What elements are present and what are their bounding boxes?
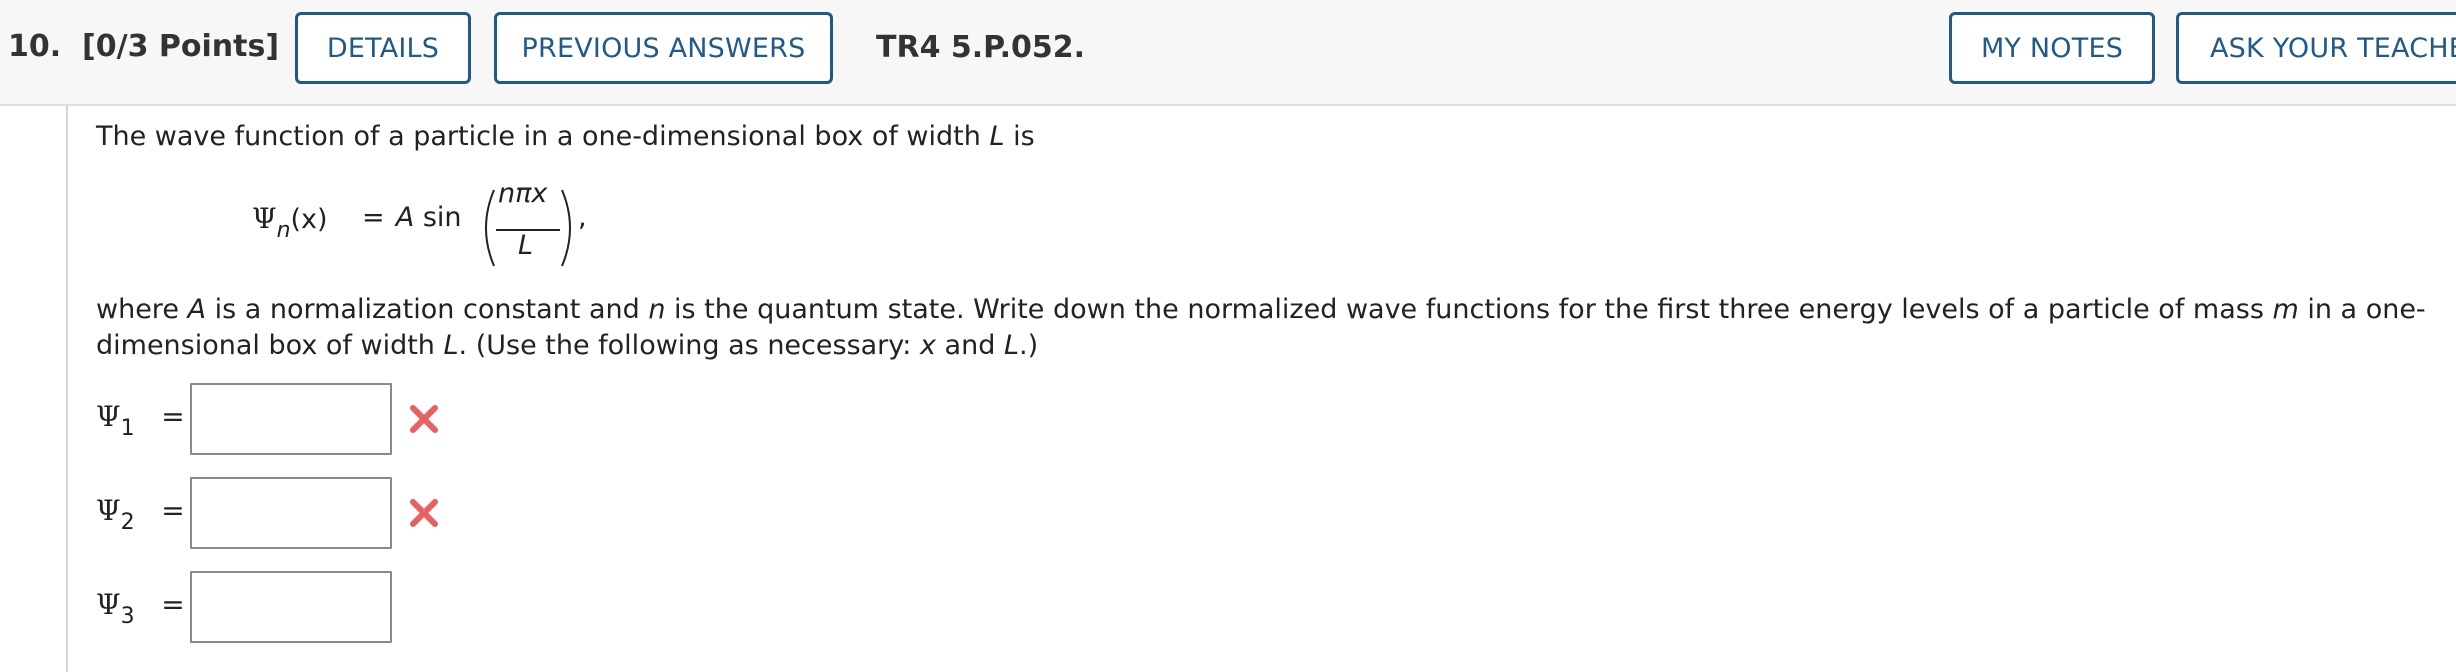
- psi-argument: (x): [290, 204, 328, 235]
- body-text: . (Use the following as necessary:: [458, 330, 920, 361]
- points-label: [0/3 Points]: [82, 29, 280, 64]
- question-number-label: 10.: [8, 29, 62, 64]
- problem-body-line-2: dimensional box of width L. (Use the fol…: [96, 328, 1038, 364]
- intro-text: The wave function of a particle in a one…: [96, 121, 990, 152]
- incorrect-x-icon: [408, 497, 440, 529]
- fraction-denominator: L: [518, 230, 534, 261]
- problem-code: TR4 5.P.052.: [876, 30, 1086, 65]
- psi-symbol: Ψ: [96, 494, 121, 527]
- body-text: and: [935, 330, 1004, 361]
- body-text: where: [96, 294, 188, 325]
- psi-symbol: Ψ: [252, 202, 277, 235]
- body-text: in a one-: [2298, 294, 2426, 325]
- my-notes-button[interactable]: MY NOTES: [1949, 12, 2155, 84]
- psi-subscript: 1: [120, 416, 135, 441]
- details-button[interactable]: DETAILS: [295, 12, 471, 84]
- amplitude-variable: A: [395, 202, 415, 233]
- body-text: is the quantum state. Write down the nor…: [665, 294, 2273, 325]
- answer-label-psi-3: Ψ3 =: [96, 588, 185, 629]
- answer-label-psi-1: Ψ1 =: [96, 400, 185, 441]
- question-number: 10. [0/3 Points]: [8, 29, 279, 64]
- equals-sign: =: [161, 494, 185, 527]
- psi-symbol: Ψ: [96, 588, 121, 621]
- ask-your-teacher-button[interactable]: ASK YOUR TEACHER: [2176, 12, 2456, 84]
- problem-intro: The wave function of a particle in a one…: [96, 119, 1035, 155]
- problem-body-line-1: where A is a normalization constant and …: [96, 292, 2426, 328]
- answer-input-psi-3[interactable]: [190, 571, 392, 643]
- body-variable: L: [1003, 330, 1019, 361]
- content-left-rule: [66, 106, 68, 672]
- body-variable: x: [919, 330, 936, 361]
- right-parenthesis: [561, 189, 571, 267]
- psi-subscript: 2: [120, 510, 135, 535]
- body-text: .): [1018, 330, 1039, 361]
- psi-subscript: 3: [120, 604, 135, 629]
- equation-lhs: Ψn(x): [252, 202, 328, 243]
- body-variable: L: [443, 330, 459, 361]
- answer-input-psi-1[interactable]: [190, 383, 392, 455]
- equation-rhs: A sin: [370, 202, 462, 233]
- fraction-numerator: nπx: [498, 178, 548, 209]
- previous-answers-button[interactable]: PREVIOUS ANSWERS: [494, 12, 833, 84]
- psi-subscript: n: [276, 218, 291, 243]
- equation-trailing-comma: ,: [578, 202, 587, 233]
- answer-input-psi-2[interactable]: [190, 477, 392, 549]
- left-parenthesis: [485, 189, 495, 267]
- psi-symbol: Ψ: [96, 400, 121, 433]
- body-text: is a normalization constant and: [206, 294, 649, 325]
- body-variable: n: [648, 294, 666, 325]
- sine-function: sin: [422, 202, 462, 233]
- body-variable: m: [2272, 294, 2299, 325]
- equals-sign: =: [161, 588, 185, 621]
- body-text: dimensional box of width: [96, 330, 444, 361]
- incorrect-x-icon: [408, 403, 440, 435]
- answer-label-psi-2: Ψ2 =: [96, 494, 185, 535]
- body-variable: A: [187, 294, 206, 325]
- equals-sign: =: [161, 400, 185, 433]
- question-header: 10. [0/3 Points] DETAILS PREVIOUS ANSWER…: [0, 0, 2456, 106]
- intro-variable: L: [989, 121, 1005, 152]
- intro-text-end: is: [1004, 121, 1035, 152]
